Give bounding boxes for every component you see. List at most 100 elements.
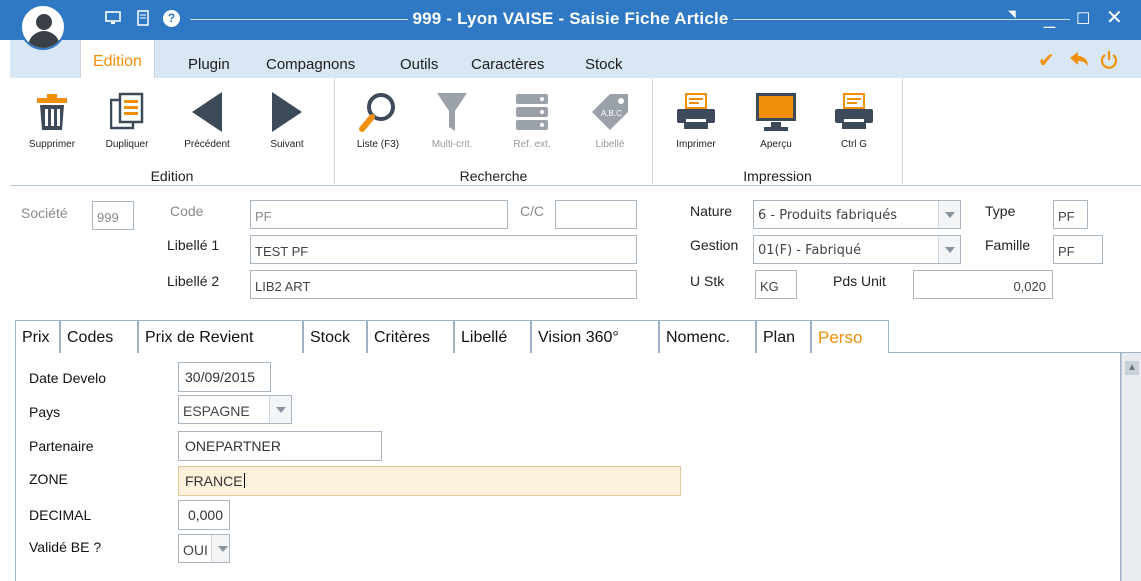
libelle1-field[interactable]: TEST PF [250,235,637,264]
gestion-select[interactable]: 01(F) - Fabriqué [753,235,961,264]
tab-vision-360[interactable]: Vision 360° [531,320,659,353]
tab-strip: Prix Codes Prix de Revient Stock Critère… [15,320,1141,354]
code-field[interactable]: PF [250,200,508,229]
imprimer-button[interactable]: Imprimer [661,88,731,150]
menu-caracteres[interactable]: Caractères [471,56,544,73]
nature-value: 6 - Produits fabriqués [758,208,897,223]
text-cursor [243,473,245,488]
article-header-form: Société 999 Code PF C/C Libellé 1 TEST P… [10,187,1141,315]
suivant-button[interactable]: Suivant [252,88,322,150]
libelle2-label: Libellé 2 [167,273,220,289]
menu-outils[interactable]: Outils [400,56,438,73]
ctrl-g-button[interactable]: Ctrl G [819,88,889,150]
power-icon[interactable] [1100,50,1118,75]
monitor-icon [741,88,811,136]
checkmark-icon[interactable]: ✔ [1038,50,1055,72]
libelle-button[interactable]: A.B.C Libellé [575,88,645,150]
close-icon[interactable]: ✕ [1106,6,1123,30]
printer-icon [819,88,889,136]
filter-icon [417,88,487,136]
dupliquer-button[interactable]: Dupliquer [92,88,162,150]
decimal-label: DECIMAL [29,507,92,523]
societe-label: Société [21,205,68,221]
chevron-down-icon[interactable] [211,535,229,562]
partenaire-label: Partenaire [29,438,94,454]
tab-plan[interactable]: Plan [756,320,811,353]
valide-be-value: OUI [183,542,208,558]
cc-label: C/C [520,203,545,219]
chevron-down-icon[interactable] [938,201,960,228]
cc-field[interactable] [555,200,637,229]
nature-select[interactable]: 6 - Produits fabriqués [753,200,961,229]
tab-criteres[interactable]: Critères [367,320,454,353]
menu-compagnons[interactable]: Compagnons [266,56,355,73]
menu-bar: Edition Plugin Compagnons Outils Caractè… [10,40,1141,78]
tab-prix-de-revient[interactable]: Prix de Revient [138,320,303,353]
menu-plugin[interactable]: Plugin [188,56,230,73]
vertical-scrollbar[interactable]: ▲ [1121,353,1141,581]
societe-field[interactable]: 999 [92,201,134,230]
tab-nomenc[interactable]: Nomenc. [659,320,756,353]
duplicate-icon [92,88,162,136]
famille-field[interactable]: PF [1053,235,1103,264]
menu-stock[interactable]: Stock [585,56,623,73]
chevron-down-icon[interactable] [269,396,291,423]
ribbon-group-label: Recherche [459,168,528,184]
multi-crit-button[interactable]: Multi-crit. [417,88,487,150]
database-icon [497,88,567,136]
ribbon: Supprimer Dupliquer Précédent Suivant Ed… [10,78,1141,186]
ustk-label: U Stk [690,273,725,289]
tab-codes[interactable]: Codes [60,320,138,353]
date-develo-field[interactable]: 30/09/2015 [178,362,271,392]
title-bar: ? 999 - Lyon VAISE - Saisie Fiche Articl… [0,0,1141,50]
minimize-icon[interactable]: _ [1044,6,1055,30]
famille-label: Famille [985,237,1031,253]
valide-be-select[interactable]: OUI [178,534,230,563]
perso-panel: Date Develo 30/09/2015 Pays ESPAGNE Part… [15,353,1121,581]
liste-button[interactable]: Liste (F3) [343,88,413,150]
tab-perso[interactable]: Perso [811,320,889,354]
valide-be-label: Validé BE ? [29,539,102,555]
window-title: 999 - Lyon VAISE - Saisie Fiche Article [0,9,1141,29]
tab-stock[interactable]: Stock [303,320,367,353]
menu-edition[interactable]: Edition [80,40,155,78]
arrow-right-icon [252,88,322,136]
undo-icon[interactable] [1068,50,1090,75]
user-avatar-icon[interactable] [20,4,66,50]
libelle1-label: Libellé 1 [167,237,220,253]
dropdown-arrow-icon[interactable]: ◥ [1008,3,1016,27]
ribbon-group-edition: Supprimer Dupliquer Précédent Suivant Ed… [10,78,335,186]
date-develo-label: Date Develo [29,370,107,386]
gestion-label: Gestion [690,237,739,253]
svg-text:A.B.C: A.B.C [601,109,622,118]
chevron-down-icon[interactable] [938,236,960,263]
pdsunit-field[interactable]: 0,020 [913,270,1053,299]
tag-icon: A.B.C [575,88,645,136]
ribbon-group-impression: Imprimer Aperçu Ctrl G Impression [653,78,903,186]
apercu-button[interactable]: Aperçu [741,88,811,150]
type-field[interactable]: PF [1053,200,1088,229]
libelle2-field[interactable]: LIB2 ART [250,270,637,299]
tab-prix[interactable]: Prix [15,320,60,353]
pays-value: ESPAGNE [183,403,250,419]
ribbon-group-label: Impression [743,168,812,184]
ref-ext-button[interactable]: Ref. ext. [497,88,567,150]
supprimer-button[interactable]: Supprimer [17,88,87,150]
partenaire-field[interactable]: ONEPARTNER [178,431,382,461]
ustk-field[interactable]: KG [755,270,797,299]
zone-label: ZONE [29,471,68,487]
decimal-field[interactable]: 0,000 [178,500,230,530]
nature-label: Nature [690,203,733,219]
scroll-up-icon[interactable]: ▲ [1125,361,1139,375]
zone-field[interactable]: FRANCE [178,466,681,496]
printer-icon [661,88,731,136]
arrow-left-icon [172,88,242,136]
tab-libelle[interactable]: Libellé [454,320,531,353]
search-icon [343,88,413,136]
pays-label: Pays [29,404,61,420]
zone-value: FRANCE [185,473,243,489]
pays-select[interactable]: ESPAGNE [178,395,292,424]
maximize-icon[interactable]: ☐ [1076,8,1090,32]
pdsunit-label: Pds Unit [833,273,886,289]
precedent-button[interactable]: Précédent [172,88,242,150]
